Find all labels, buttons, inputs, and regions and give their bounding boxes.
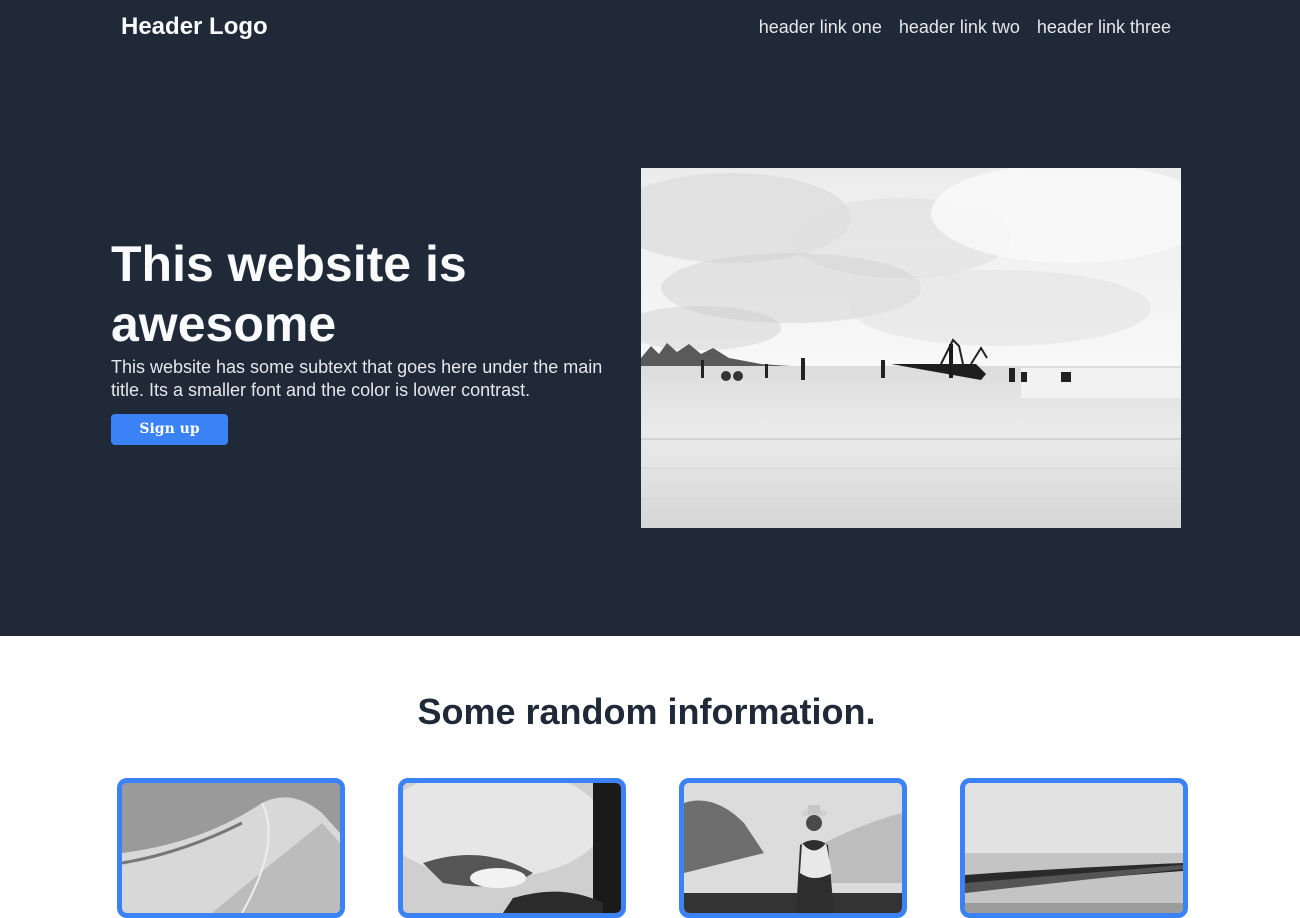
breakwater-image <box>965 783 1183 913</box>
hero-text-block: This website is awesome This website has… <box>111 234 611 445</box>
nav-link-three[interactable]: header link three <box>1037 16 1171 38</box>
info-heading: Some random information. <box>417 691 876 732</box>
hero-title: This website is awesome <box>111 236 467 352</box>
sign-up-button[interactable]: Sign up <box>111 414 228 445</box>
hero-beach-photo <box>641 168 1181 528</box>
header-logo[interactable]: Header Logo <box>121 13 268 41</box>
info-card-breakwater[interactable] <box>960 778 1188 918</box>
header-nav: header link one header link two header l… <box>759 16 1171 38</box>
info-section: Some random information. <box>0 636 1300 918</box>
nav-link-two[interactable]: header link two <box>899 16 1020 38</box>
dunes-image <box>122 783 340 913</box>
abstract-image <box>403 783 621 913</box>
info-card-dunes[interactable] <box>117 778 345 918</box>
info-card-abstract[interactable] <box>398 778 626 918</box>
site-header: Header Logo header link one header link … <box>0 0 1300 56</box>
hero-section: Header Logo header link one header link … <box>0 0 1300 636</box>
hero-subtext: This website has some subtext that goes … <box>111 357 603 400</box>
nav-link-one[interactable]: header link one <box>759 16 882 38</box>
person-image <box>684 783 902 913</box>
info-card-person[interactable] <box>679 778 907 918</box>
